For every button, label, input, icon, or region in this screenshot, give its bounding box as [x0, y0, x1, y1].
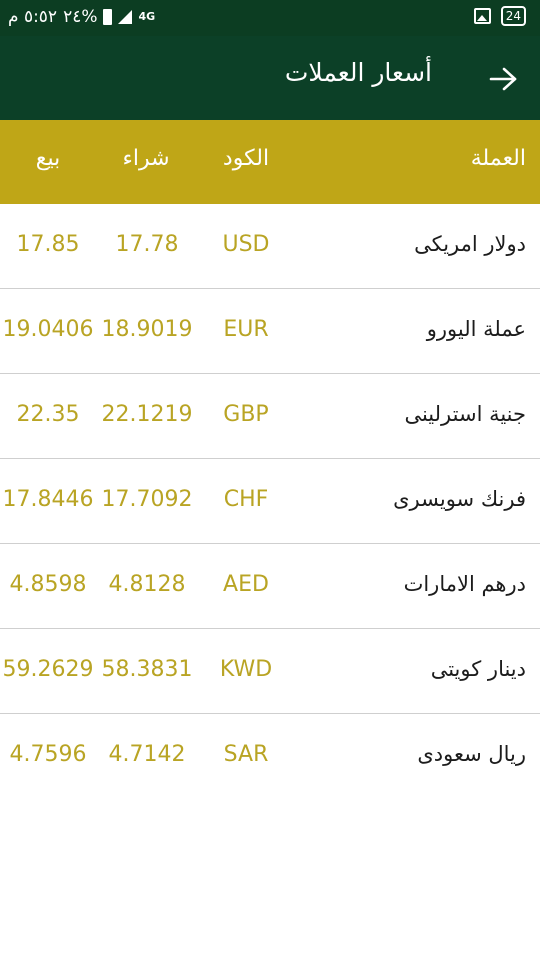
currency-name: عملة اليورو — [426, 317, 526, 341]
currency-name: درهم الامارات — [403, 572, 526, 596]
table-header: العملة الكود شراء بيع — [0, 120, 540, 204]
sell-price: 4.8598 — [9, 572, 87, 597]
arrow-back-icon[interactable] — [488, 64, 518, 94]
currency-code: SAR — [223, 742, 269, 767]
currency-code: EUR — [223, 317, 269, 342]
sell-price: 19.0406 — [2, 317, 94, 342]
header-buy: شراء — [122, 146, 170, 171]
currency-name: دولار امريكى — [414, 232, 526, 256]
header-code: الكود — [222, 146, 270, 171]
sell-price: 4.7596 — [9, 742, 87, 767]
sell-price: 22.35 — [16, 402, 80, 427]
buy-price: 17.7092 — [101, 487, 193, 512]
table-row[interactable]: فرنك سويسرى CHF 17.7092 17.8446 — [0, 459, 540, 544]
status-right: 24 — [473, 6, 526, 26]
currency-list: دولار امريكى USD 17.78 17.85 عملة اليورو… — [0, 204, 540, 799]
currency-code: KWD — [219, 657, 273, 682]
buy-price: 22.1219 — [101, 402, 193, 427]
table-row[interactable]: عملة اليورو EUR 18.9019 19.0406 — [0, 289, 540, 374]
status-battery-percent: ٢٤% — [63, 7, 98, 27]
sell-price: 17.85 — [16, 232, 80, 257]
buy-price: 4.8128 — [108, 572, 186, 597]
currency-name: فرنك سويسرى — [393, 487, 526, 511]
currency-code: GBP — [223, 402, 269, 427]
currency-name: ريال سعودى — [417, 742, 526, 766]
sell-price: 17.8446 — [2, 487, 94, 512]
app-bar: أسعار العملات — [0, 36, 540, 120]
image-notification-icon — [473, 8, 491, 24]
sell-price: 59.2629 — [2, 657, 94, 682]
status-bar: ٥:٥٢ م ٢٤% 4G 24 — [0, 0, 540, 36]
currency-code: USD — [222, 232, 270, 257]
header-currency: العملة — [470, 146, 526, 171]
buy-price: 58.3831 — [101, 657, 193, 682]
table-row[interactable]: ريال سعودى SAR 4.7142 4.7596 — [0, 714, 540, 799]
currency-code: CHF — [223, 487, 269, 512]
status-time: ٥:٥٢ م — [8, 7, 58, 27]
currency-name: دينار كويتى — [430, 657, 526, 681]
buy-price: 4.7142 — [108, 742, 186, 767]
notification-badge: 24 — [500, 6, 526, 26]
table-row[interactable]: دينار كويتى KWD 58.3831 59.2629 — [0, 629, 540, 714]
header-sell: بيع — [35, 146, 61, 171]
currency-name: جنية استرلينى — [404, 402, 526, 426]
buy-price: 17.78 — [115, 232, 179, 257]
buy-price: 18.9019 — [101, 317, 193, 342]
currency-code: AED — [223, 572, 269, 597]
page-title: أسعار العملات — [284, 58, 432, 87]
battery-icon — [103, 9, 113, 25]
signal-icon — [118, 10, 133, 24]
status-left: ٥:٥٢ م ٢٤% 4G — [8, 7, 155, 27]
network-type: 4G — [138, 10, 156, 23]
table-row[interactable]: درهم الامارات AED 4.8128 4.8598 — [0, 544, 540, 629]
table-row[interactable]: جنية استرلينى GBP 22.1219 22.35 — [0, 374, 540, 459]
table-row[interactable]: دولار امريكى USD 17.78 17.85 — [0, 204, 540, 289]
